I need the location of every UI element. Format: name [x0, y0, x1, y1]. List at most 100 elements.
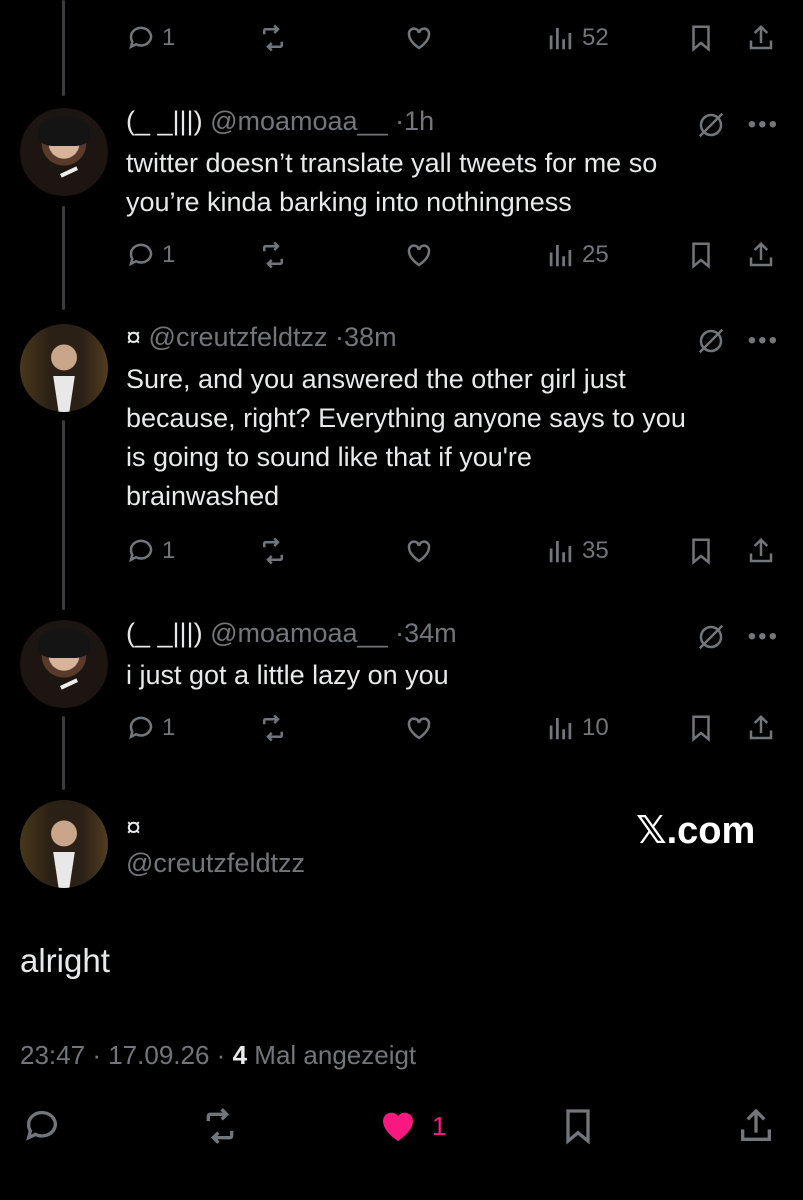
more-icon[interactable]: ••• — [748, 329, 779, 353]
tweet-text: Sure, and you answered the other girl ju… — [126, 360, 766, 516]
retweet-button[interactable] — [258, 235, 288, 275]
tweet-actions: 1 25 — [126, 235, 786, 275]
retweet-icon — [263, 241, 283, 269]
handle[interactable]: @moamoaa__ — [210, 106, 388, 136]
views-button[interactable]: 52 — [546, 18, 609, 58]
timestamp[interactable]: 34m — [404, 618, 457, 648]
grok-icon[interactable] — [696, 326, 726, 356]
handle[interactable]: @creutzfeldtzz — [149, 322, 328, 352]
like-icon — [407, 540, 431, 563]
bookmark-icon — [692, 715, 710, 742]
bookmark-button[interactable] — [686, 531, 716, 571]
tweet-meta: 23:47 · 17.09.26 · 4 Mal angezeigt — [20, 1040, 416, 1071]
like-icon — [383, 1112, 413, 1141]
reply-button[interactable]: 1 — [126, 18, 175, 58]
more-icon[interactable]: ••• — [748, 113, 779, 137]
tweet-actions: 1 35 — [126, 531, 786, 571]
reply-icon — [129, 26, 153, 50]
share-button[interactable] — [746, 708, 776, 748]
views-button[interactable]: 35 — [546, 531, 609, 571]
timestamp[interactable]: 38m — [344, 322, 397, 352]
bookmark-icon — [692, 25, 710, 52]
timestamp[interactable]: 1h — [404, 106, 434, 136]
tweet-text: i just got a little lazy on you — [126, 656, 766, 695]
views-count: 25 — [582, 241, 609, 268]
tweet-menu: ••• — [696, 326, 779, 356]
like-button[interactable] — [404, 18, 434, 58]
display-name[interactable]: ¤ — [126, 812, 141, 843]
thread-line — [62, 420, 65, 610]
handle[interactable]: @moamoaa__ — [210, 618, 388, 648]
retweet-button[interactable] — [258, 531, 288, 571]
retweet-icon — [263, 24, 283, 52]
share-icon — [749, 537, 773, 563]
more-icon[interactable]: ••• — [748, 625, 779, 649]
separator: · — [92, 1040, 101, 1070]
bookmark-icon — [692, 538, 710, 565]
tweet-actions: 1 52 — [126, 18, 786, 58]
retweet-button[interactable] — [200, 1106, 240, 1146]
share-icon — [741, 1108, 771, 1141]
tweet-text-line: twitter doesn’t translate yall tweets fo… — [126, 148, 658, 178]
like-button[interactable] — [404, 531, 434, 571]
bookmark-button[interactable] — [686, 18, 716, 58]
tweet-header: (_ _|||) @moamoaa__ ·34m — [126, 618, 457, 649]
retweet-icon — [263, 714, 283, 742]
display-name[interactable]: (_ _|||) — [126, 618, 203, 648]
views-label: Mal angezeigt — [254, 1040, 417, 1070]
retweet-button[interactable] — [258, 18, 288, 58]
views-button[interactable]: 25 — [546, 235, 609, 275]
views-count: 4 — [232, 1040, 248, 1070]
display-name[interactable]: (_ _|||) — [126, 106, 203, 136]
like-button[interactable] — [404, 235, 434, 275]
share-button[interactable] — [746, 18, 776, 58]
like-button[interactable] — [404, 708, 434, 748]
like-button[interactable]: 1 — [378, 1106, 446, 1146]
reply-icon — [129, 243, 153, 267]
main-tweet-actions: 1 — [0, 1100, 803, 1160]
tweet-time[interactable]: 23:47 — [20, 1040, 85, 1070]
separator: · — [216, 1040, 226, 1070]
tweet-menu: ••• — [696, 622, 779, 652]
reply-count: 1 — [162, 24, 176, 51]
handle[interactable]: @creutzfeldtzz — [126, 848, 305, 879]
share-icon — [749, 714, 773, 740]
tweet-header: (_ _|||) @moamoaa__ ·1h — [126, 106, 434, 137]
reply-button[interactable] — [22, 1106, 62, 1146]
avatar[interactable] — [20, 108, 108, 196]
views-icon — [549, 245, 572, 267]
views-icon — [549, 28, 572, 50]
share-button[interactable] — [736, 1106, 776, 1146]
avatar[interactable] — [20, 800, 108, 888]
share-icon — [749, 24, 773, 50]
views-button[interactable]: 10 — [546, 708, 609, 748]
reply-button[interactable]: 1 — [126, 235, 175, 275]
views-icon — [549, 541, 572, 563]
avatar[interactable] — [20, 620, 108, 708]
reply-count: 1 — [162, 241, 176, 268]
tweet-text-line: brainwashed — [126, 481, 280, 511]
reply-button[interactable]: 1 — [126, 531, 175, 571]
tweet-date[interactable]: 17.09.26 — [108, 1040, 209, 1070]
thread-line — [62, 206, 65, 310]
tweet-text-line: you’re kinda barking into nothingness — [126, 187, 572, 217]
bookmark-button[interactable] — [558, 1106, 598, 1146]
grok-icon[interactable] — [696, 622, 726, 652]
grok-icon[interactable] — [696, 110, 726, 140]
retweet-button[interactable] — [258, 708, 288, 748]
like-icon — [407, 27, 431, 50]
bookmark-button[interactable] — [686, 708, 716, 748]
separator: · — [395, 106, 405, 136]
display-name[interactable]: ¤ — [126, 322, 141, 352]
avatar[interactable] — [20, 324, 108, 412]
reply-icon — [26, 1110, 57, 1141]
bookmark-button[interactable] — [686, 235, 716, 275]
like-icon — [407, 244, 431, 267]
main-tweet-text: alright — [20, 942, 110, 979]
tweet-menu: ••• — [696, 110, 779, 140]
reply-count: 1 — [162, 714, 176, 741]
share-button[interactable] — [746, 531, 776, 571]
share-button[interactable] — [746, 235, 776, 275]
views-icon — [549, 718, 572, 740]
reply-button[interactable]: 1 — [126, 708, 175, 748]
